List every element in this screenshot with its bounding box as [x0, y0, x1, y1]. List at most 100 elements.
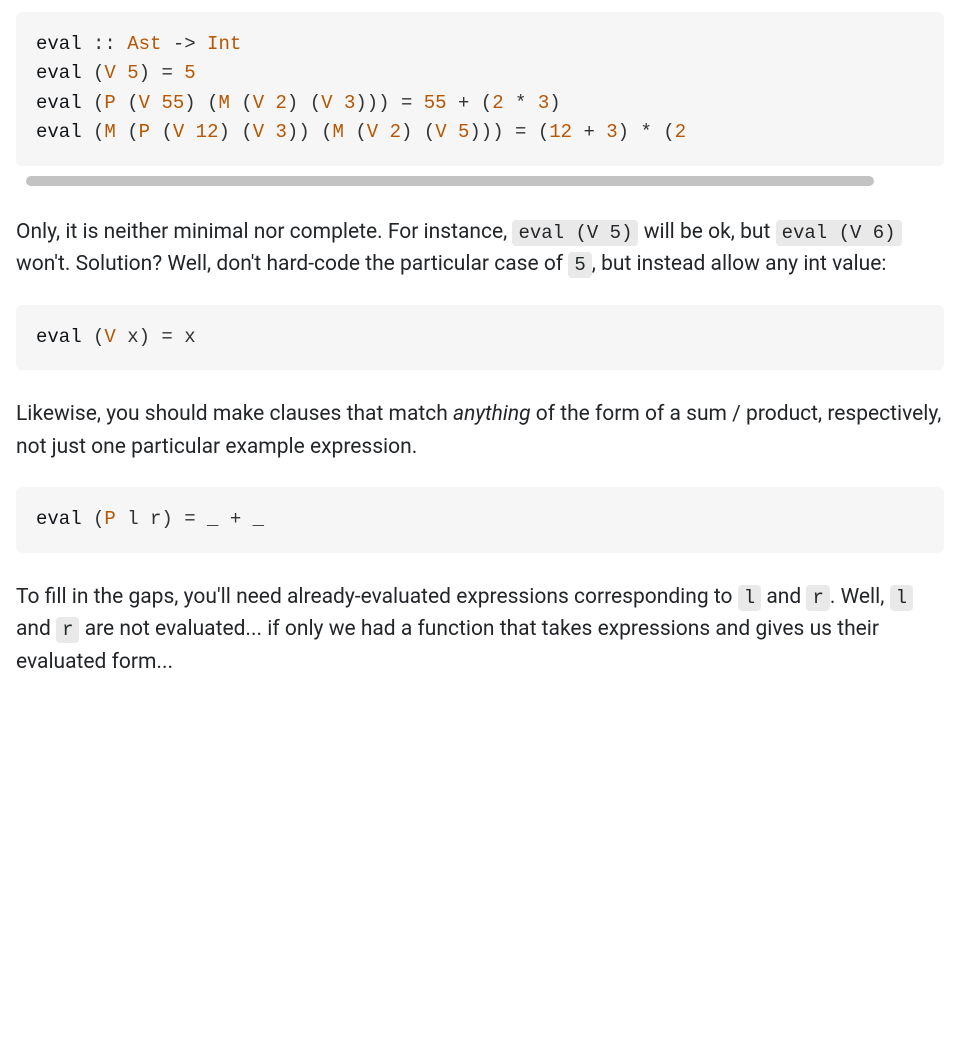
code-token: ) (	[401, 121, 435, 143]
code-token: 3	[538, 92, 549, 114]
prose-text: won't. Solution? Well, don't hard-code t…	[16, 252, 568, 276]
code-token: 2	[276, 92, 287, 114]
code-token: V	[104, 62, 115, 84]
code-token: ->	[161, 33, 207, 55]
prose-text: , but instead allow any int value:	[592, 252, 887, 276]
code-token: (	[82, 121, 105, 143]
prose-text: To fill in the gaps, you'll need already…	[16, 585, 738, 609]
code-token: 5	[184, 62, 195, 84]
code-token: V	[173, 121, 184, 143]
code-token: (	[82, 508, 105, 530]
inline-code: 5	[568, 252, 591, 278]
inline-code: eval (V 6)	[776, 220, 902, 246]
code-token: (	[150, 121, 173, 143]
code-token: eval	[36, 508, 82, 530]
code-token: P	[104, 92, 115, 114]
code-token: 2	[492, 92, 503, 114]
code-token: 55	[161, 92, 184, 114]
code-token: (	[116, 121, 139, 143]
code-token: (	[116, 92, 139, 114]
code-token: M	[104, 121, 115, 143]
prose-text: are not evaluated... if only we had a fu…	[16, 617, 879, 674]
inline-code: r	[56, 617, 79, 643]
code-token	[447, 121, 458, 143]
paragraph-3: To fill in the gaps, you'll need already…	[16, 581, 944, 679]
prose-text: . Well,	[830, 585, 890, 609]
code-token: 5	[458, 121, 469, 143]
code-token: (	[82, 92, 105, 114]
inline-code: eval (V 5)	[512, 220, 638, 246]
scrollbar-thumb[interactable]	[26, 176, 874, 186]
code-token: 2	[675, 121, 686, 143]
code-token	[333, 92, 344, 114]
code-token: 2	[390, 121, 401, 143]
code-token: 55	[424, 92, 447, 114]
code-token: )	[549, 92, 560, 114]
code-token	[184, 121, 195, 143]
code-token	[264, 121, 275, 143]
emphasis: anything	[453, 402, 531, 426]
inline-code: r	[806, 585, 829, 611]
code-token: ) * (	[618, 121, 675, 143]
prose-text: Likewise, you should make clauses that m…	[16, 402, 453, 426]
code-token: *	[504, 92, 538, 114]
prose-text: Only, it is neither minimal nor complete…	[16, 220, 512, 244]
code-token: eval	[36, 62, 82, 84]
code-token: 5	[127, 62, 138, 84]
code-token: ) (	[184, 92, 218, 114]
code-token: V	[321, 92, 332, 114]
code-token: M	[218, 92, 229, 114]
code-token: +	[572, 121, 606, 143]
code-token	[116, 62, 127, 84]
code-token: (	[230, 92, 253, 114]
code-token: V	[435, 121, 446, 143]
prose-text: and	[761, 585, 806, 609]
code-token: ) =	[139, 62, 185, 84]
code-token: V	[367, 121, 378, 143]
code-token: l r) = _ + _	[116, 508, 264, 530]
code-token: V	[139, 92, 150, 114]
code-block-3[interactable]: eval (P l r) = _ + _	[16, 487, 944, 552]
inline-code: l	[890, 585, 913, 611]
code-token: )) (	[287, 121, 333, 143]
code-block-2[interactable]: eval (V x) = x	[16, 305, 944, 370]
paragraph-1: Only, it is neither minimal nor complete…	[16, 216, 944, 281]
code-token: M	[333, 121, 344, 143]
code-token: Int	[207, 33, 241, 55]
code-token: ))) = (	[469, 121, 549, 143]
code-token: (	[82, 62, 105, 84]
code-token: P	[104, 508, 115, 530]
code-token: + (	[447, 92, 493, 114]
code-token: 3	[344, 92, 355, 114]
code-block-1[interactable]: eval :: Ast -> Int eval (V 5) = 5 eval (…	[16, 12, 944, 166]
code-token: eval	[36, 326, 82, 348]
code-token: ))) =	[355, 92, 423, 114]
code-token	[378, 121, 389, 143]
code-token: ) (	[287, 92, 321, 114]
code-token: ::	[82, 33, 128, 55]
code-token: P	[139, 121, 150, 143]
code-token	[150, 92, 161, 114]
code-token: 3	[276, 121, 287, 143]
prose-text: and	[16, 617, 56, 641]
code-token: 12	[549, 121, 572, 143]
code-token: (	[344, 121, 367, 143]
paragraph-2: Likewise, you should make clauses that m…	[16, 398, 944, 463]
horizontal-scrollbar[interactable]	[16, 174, 944, 188]
code-token: V	[104, 326, 115, 348]
code-token: (	[82, 326, 105, 348]
code-token: eval	[36, 33, 82, 55]
prose-text: will be ok, but	[638, 220, 775, 244]
code-token: V	[253, 121, 264, 143]
code-token: eval	[36, 92, 82, 114]
code-token	[264, 92, 275, 114]
code-token: ) (	[218, 121, 252, 143]
code-token: eval	[36, 121, 82, 143]
code-token: 12	[196, 121, 219, 143]
code-token: Ast	[127, 33, 161, 55]
code-token: 3	[606, 121, 617, 143]
inline-code: l	[738, 585, 761, 611]
code-token: x) = x	[116, 326, 196, 348]
code-token: V	[253, 92, 264, 114]
article-content: eval :: Ast -> Int eval (V 5) = 5 eval (…	[0, 0, 960, 702]
